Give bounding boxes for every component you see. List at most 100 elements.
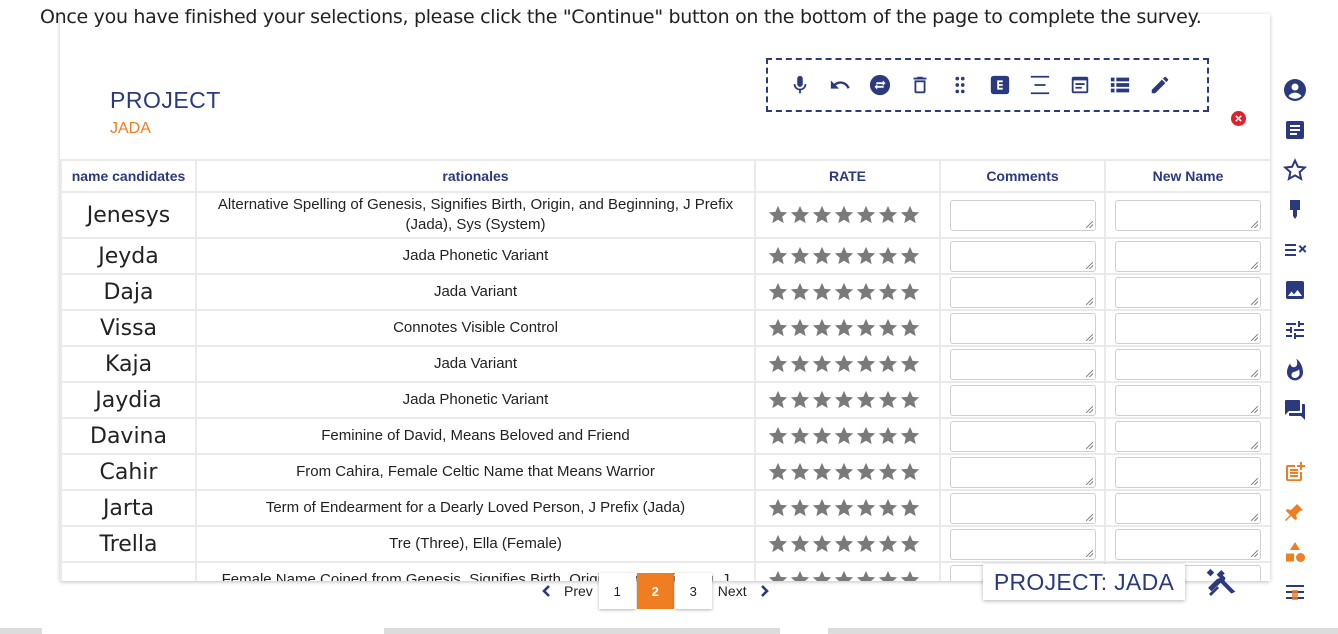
microphone-icon[interactable] — [780, 67, 820, 103]
star-icon[interactable] — [767, 353, 789, 375]
star-icon[interactable] — [833, 533, 855, 555]
star-icon[interactable] — [833, 389, 855, 411]
shapes-icon[interactable] — [1280, 532, 1310, 572]
star-icon[interactable] — [811, 461, 833, 483]
star-icon[interactable] — [855, 569, 877, 581]
star-icon[interactable] — [811, 497, 833, 519]
project-badge[interactable]: PROJECT: JADA — [983, 564, 1185, 600]
new-name-textarea[interactable] — [1115, 492, 1261, 524]
close-icon[interactable] — [1231, 111, 1246, 126]
star-icon[interactable] — [877, 317, 899, 339]
star-icon[interactable] — [833, 461, 855, 483]
comments-textarea[interactable] — [949, 420, 1096, 452]
star-icon[interactable] — [855, 389, 877, 411]
star-icon[interactable] — [789, 317, 811, 339]
prev-arrow-icon[interactable] — [536, 576, 558, 606]
user-icon[interactable] — [1280, 70, 1310, 110]
star-icon[interactable] — [767, 389, 789, 411]
undo-icon[interactable] — [820, 67, 860, 103]
star-icon[interactable] — [833, 281, 855, 303]
star-icon[interactable] — [899, 533, 921, 555]
star-icon[interactable] — [855, 281, 877, 303]
star-icon[interactable] — [789, 533, 811, 555]
chat-icon[interactable] — [1280, 390, 1310, 430]
star-icon[interactable] — [833, 497, 855, 519]
star-icon[interactable] — [811, 389, 833, 411]
star-icon[interactable] — [855, 204, 877, 226]
comments-textarea[interactable] — [949, 199, 1096, 231]
trash-icon[interactable] — [900, 67, 940, 103]
star-icon[interactable] — [1280, 150, 1310, 190]
star-icon[interactable] — [855, 425, 877, 447]
prev-link[interactable]: Prev — [558, 583, 599, 599]
star-icon[interactable] — [833, 245, 855, 267]
star-icon[interactable] — [899, 353, 921, 375]
new-name-textarea[interactable] — [1115, 312, 1261, 344]
star-icon[interactable] — [855, 245, 877, 267]
star-icon[interactable] — [877, 569, 899, 581]
new-name-textarea[interactable] — [1115, 348, 1261, 380]
star-icon[interactable] — [833, 425, 855, 447]
star-icon[interactable] — [877, 425, 899, 447]
star-icon[interactable] — [877, 533, 899, 555]
star-icon[interactable] — [877, 497, 899, 519]
star-rating[interactable] — [756, 245, 939, 267]
star-icon[interactable] — [833, 353, 855, 375]
next-link[interactable]: Next — [712, 583, 753, 599]
star-rating[interactable] — [756, 353, 939, 375]
flame-icon[interactable] — [1280, 350, 1310, 390]
star-icon[interactable] — [899, 425, 921, 447]
star-icon[interactable] — [789, 569, 811, 581]
tools-icon[interactable] — [1204, 566, 1238, 598]
swap-icon[interactable] — [860, 67, 900, 103]
star-icon[interactable] — [767, 461, 789, 483]
star-icon[interactable] — [789, 204, 811, 226]
new-name-textarea[interactable] — [1115, 420, 1261, 452]
align-center-icon[interactable] — [1020, 67, 1060, 103]
star-icon[interactable] — [811, 245, 833, 267]
star-icon[interactable] — [899, 204, 921, 226]
star-rating[interactable] — [756, 204, 939, 226]
star-icon[interactable] — [811, 533, 833, 555]
page-2-button[interactable]: 2 — [636, 573, 674, 609]
star-icon[interactable] — [855, 461, 877, 483]
star-icon[interactable] — [811, 425, 833, 447]
star-icon[interactable] — [855, 533, 877, 555]
form-icon[interactable] — [1060, 67, 1100, 103]
star-icon[interactable] — [789, 425, 811, 447]
menu-icon[interactable] — [1280, 572, 1310, 612]
star-icon[interactable] — [855, 497, 877, 519]
star-icon[interactable] — [767, 317, 789, 339]
next-arrow-icon[interactable] — [753, 576, 775, 606]
star-icon[interactable] — [899, 569, 921, 581]
star-icon[interactable] — [877, 389, 899, 411]
page-3-button[interactable]: 3 — [674, 573, 712, 609]
star-icon[interactable] — [811, 353, 833, 375]
pin-icon[interactable] — [1280, 492, 1310, 532]
star-icon[interactable] — [877, 353, 899, 375]
comments-textarea[interactable] — [949, 384, 1096, 416]
star-rating[interactable] — [756, 569, 939, 581]
drag-handle-icon[interactable] — [940, 67, 980, 103]
star-icon[interactable] — [899, 281, 921, 303]
comments-textarea[interactable] — [949, 240, 1096, 272]
star-icon[interactable] — [877, 245, 899, 267]
award-icon[interactable] — [1280, 190, 1310, 230]
star-icon[interactable] — [855, 317, 877, 339]
star-icon[interactable] — [833, 204, 855, 226]
comments-textarea[interactable] — [949, 528, 1096, 560]
new-name-textarea[interactable] — [1115, 456, 1261, 488]
star-rating[interactable] — [756, 497, 939, 519]
document-icon[interactable] — [1280, 110, 1310, 150]
new-name-textarea[interactable] — [1115, 240, 1261, 272]
star-icon[interactable] — [767, 245, 789, 267]
star-icon[interactable] — [767, 425, 789, 447]
list-icon[interactable] — [1100, 67, 1140, 103]
sort-icon[interactable] — [1280, 230, 1310, 270]
comments-textarea[interactable] — [949, 492, 1096, 524]
star-icon[interactable] — [767, 533, 789, 555]
star-icon[interactable] — [877, 204, 899, 226]
star-icon[interactable] — [789, 497, 811, 519]
star-rating[interactable] — [756, 389, 939, 411]
star-rating[interactable] — [756, 533, 939, 555]
